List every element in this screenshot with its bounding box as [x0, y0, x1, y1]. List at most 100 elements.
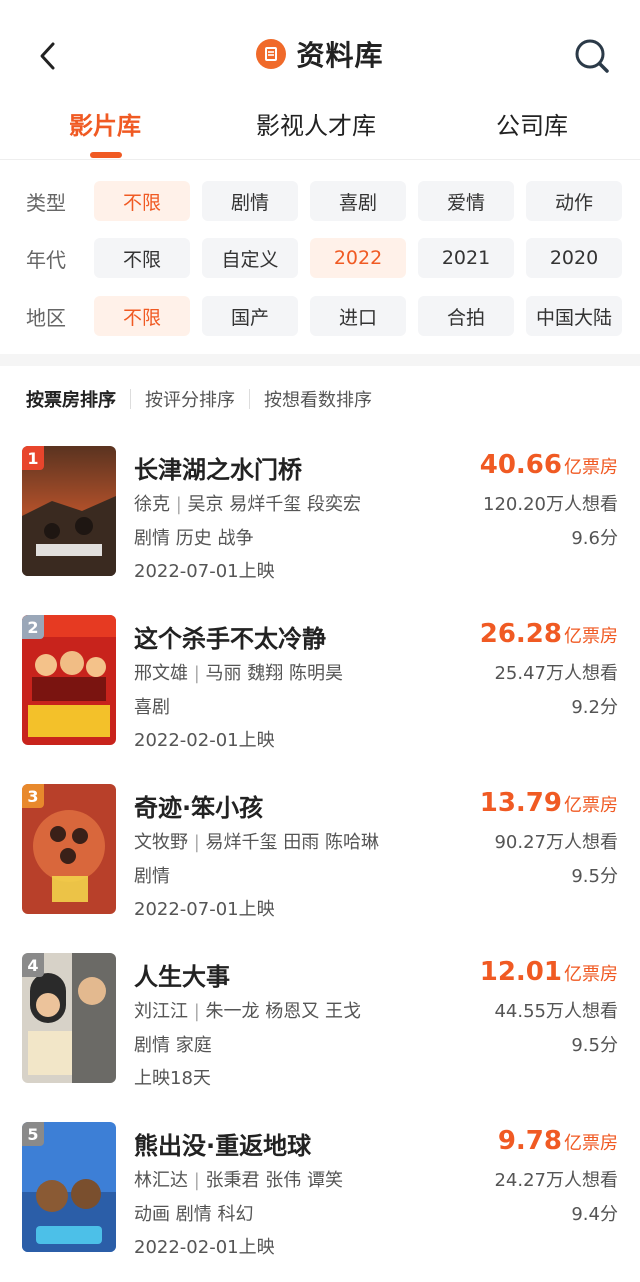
- movie-credits: 徐克 | 吴京 易烊千玺 段奕宏: [134, 494, 361, 515]
- movie-poster[interactable]: 1: [22, 446, 116, 576]
- filter-region-domestic[interactable]: 国产: [202, 296, 298, 336]
- movie-release-date: 2022-07-01上映: [134, 899, 275, 920]
- movie-item[interactable]: 4 人生大事 刘江江 | 朱一龙 杨恩又 王戈 剧情 家庭 上映18天 12.0…: [0, 953, 640, 1093]
- category-tabs: 影片库 影视人才库 公司库: [0, 100, 640, 160]
- movie-want-count: 44.55万人想看: [494, 1001, 618, 1022]
- movie-score: 9.5分: [571, 1035, 618, 1056]
- boxoffice-unit: 亿票房: [564, 964, 618, 985]
- movie-want-count: 90.27万人想看: [494, 832, 618, 853]
- tab-companies[interactable]: 公司库: [496, 106, 568, 141]
- movie-title: 这个杀手不太冷静: [134, 625, 326, 653]
- movie-want-count: 25.47万人想看: [494, 663, 618, 684]
- movie-poster[interactable]: 5: [22, 1122, 116, 1252]
- search-button[interactable]: [572, 36, 612, 76]
- movie-item[interactable]: 1 长津湖之水门桥 徐克 | 吴京 易烊千玺 段奕宏 剧情 历史 战争 2022…: [0, 446, 640, 586]
- movie-credits: 文牧野 | 易烊千玺 田雨 陈哈琳: [134, 832, 379, 853]
- movie-cast: 马丽 魏翔 陈明昊: [205, 663, 343, 684]
- boxoffice-unit: 亿票房: [564, 795, 618, 816]
- movie-director: 林汇达: [134, 1170, 188, 1191]
- movie-item[interactable]: 3 奇迹·笨小孩 文牧野 | 易烊千玺 田雨 陈哈琳 剧情 2022-07-01…: [0, 784, 640, 924]
- filter-year-custom[interactable]: 自定义: [202, 238, 298, 278]
- movie-cast: 吴京 易烊千玺 段奕宏: [187, 494, 361, 515]
- movie-score: 9.4分: [571, 1204, 618, 1225]
- movie-boxoffice: 12.01 亿票房: [480, 957, 618, 987]
- movie-genre: 动画 剧情 科幻: [134, 1204, 254, 1225]
- movie-credits: 邢文雄 | 马丽 魏翔 陈明昊: [134, 663, 343, 684]
- rank-badge: 4: [22, 953, 44, 977]
- boxoffice-value: 9.78: [497, 1126, 562, 1156]
- filter-region-imported[interactable]: 进口: [310, 296, 406, 336]
- rank-badge: 3: [22, 784, 44, 808]
- filter-row-region: 地区 不限 国产 进口 合拍 中国大陆: [0, 296, 640, 336]
- filter-label-year: 年代: [26, 248, 66, 272]
- movie-director: 文牧野: [134, 832, 188, 853]
- boxoffice-value: 40.66: [479, 450, 562, 480]
- filter-year-all[interactable]: 不限: [94, 238, 190, 278]
- movie-score: 9.5分: [571, 866, 618, 887]
- tab-movies[interactable]: 影片库: [69, 106, 141, 141]
- title-group: 资料库: [0, 34, 640, 74]
- movie-boxoffice: 9.78 亿票房: [498, 1126, 618, 1156]
- section-divider: [0, 354, 640, 366]
- filter-type-romance[interactable]: 爱情: [418, 181, 514, 221]
- tab-talents[interactable]: 影视人才库: [256, 106, 376, 141]
- movie-credits: 林汇达 | 张秉君 张伟 谭笑: [134, 1170, 343, 1191]
- movie-want-count: 24.27万人想看: [494, 1170, 618, 1191]
- movie-title: 长津湖之水门桥: [134, 456, 302, 484]
- movie-release-date: 2022-07-01上映: [134, 561, 275, 582]
- rank-badge: 2: [22, 615, 44, 639]
- movie-score: 9.2分: [571, 697, 618, 718]
- rank-badge: 5: [22, 1122, 44, 1146]
- sort-by-boxoffice[interactable]: 按票房排序: [26, 386, 116, 412]
- filter-region-all[interactable]: 不限: [94, 296, 190, 336]
- movie-boxoffice: 26.28 亿票房: [480, 619, 618, 649]
- filter-label-region: 地区: [26, 306, 66, 330]
- boxoffice-value: 13.79: [479, 788, 562, 818]
- movie-release-date: 2022-02-01上映: [134, 730, 275, 751]
- filter-row-year: 年代 不限 自定义 2022 2021 2020: [0, 238, 640, 278]
- movie-cast: 张秉君 张伟 谭笑: [205, 1170, 343, 1191]
- sort-by-wantcount[interactable]: 按想看数排序: [264, 386, 372, 412]
- movie-item[interactable]: 2 这个杀手不太冷静 邢文雄 | 马丽 魏翔 陈明昊 喜剧 2022-02-01…: [0, 615, 640, 755]
- filter-region-mainland[interactable]: 中国大陆: [526, 296, 622, 336]
- database-logo-icon: [256, 39, 287, 69]
- filter-row-type: 类型 不限 剧情 喜剧 爱情 动作: [0, 181, 640, 221]
- boxoffice-unit: 亿票房: [564, 457, 618, 478]
- active-tab-indicator: [90, 152, 122, 158]
- filter-label-type: 类型: [26, 191, 66, 215]
- filter-type-comedy[interactable]: 喜剧: [310, 181, 406, 221]
- boxoffice-unit: 亿票房: [564, 1133, 618, 1154]
- movie-title: 人生大事: [134, 963, 230, 991]
- filter-type-all[interactable]: 不限: [94, 181, 190, 221]
- movie-title: 熊出没·重返地球: [134, 1132, 312, 1160]
- movie-genre: 喜剧: [134, 697, 170, 718]
- top-bar: 资料库: [0, 0, 640, 110]
- movie-release-date: 2022-02-01上映: [134, 1237, 275, 1258]
- filter-region-coproduction[interactable]: 合拍: [418, 296, 514, 336]
- movie-boxoffice: 13.79 亿票房: [480, 788, 618, 818]
- rank-badge: 1: [22, 446, 44, 470]
- movie-boxoffice: 40.66 亿票房: [480, 450, 618, 480]
- movie-poster[interactable]: 2: [22, 615, 116, 745]
- movie-release-date: 上映18天: [134, 1068, 211, 1089]
- filter-year-2021[interactable]: 2021: [418, 238, 514, 278]
- search-icon: [575, 39, 609, 73]
- movie-item[interactable]: 5 熊出没·重返地球 林汇达 | 张秉君 张伟 谭笑 动画 剧情 科幻 2022…: [0, 1122, 640, 1262]
- movie-score: 9.6分: [571, 528, 618, 549]
- movie-poster[interactable]: 3: [22, 784, 116, 914]
- movie-genre: 剧情 历史 战争: [134, 528, 254, 549]
- movie-cast: 朱一龙 杨恩又 王戈: [205, 1001, 361, 1022]
- boxoffice-unit: 亿票房: [564, 626, 618, 647]
- filter-type-drama[interactable]: 剧情: [202, 181, 298, 221]
- boxoffice-value: 12.01: [479, 957, 562, 987]
- sort-by-rating[interactable]: 按评分排序: [145, 386, 235, 412]
- movie-genre: 剧情: [134, 866, 170, 887]
- movie-cast: 易烊千玺 田雨 陈哈琳: [205, 832, 379, 853]
- filter-year-2022[interactable]: 2022: [310, 238, 406, 278]
- boxoffice-value: 26.28: [479, 619, 562, 649]
- sort-separator: [249, 389, 250, 409]
- filter-year-2020[interactable]: 2020: [526, 238, 622, 278]
- filter-type-action[interactable]: 动作: [526, 181, 622, 221]
- movie-want-count: 120.20万人想看: [483, 494, 618, 515]
- movie-poster[interactable]: 4: [22, 953, 116, 1083]
